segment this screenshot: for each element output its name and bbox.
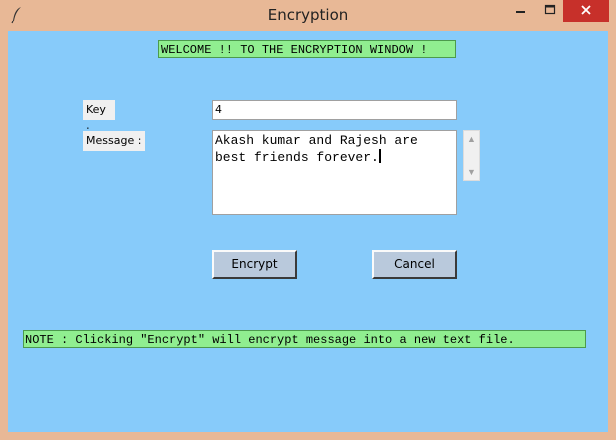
note-banner: NOTE : Clicking "Encrypt" will encrypt m… xyxy=(23,330,586,348)
maximize-icon xyxy=(544,4,556,15)
message-text: Akash kumar and Rajesh are best friends … xyxy=(215,133,426,165)
close-button[interactable] xyxy=(563,0,609,22)
encrypt-button[interactable]: Encrypt xyxy=(212,250,297,279)
message-label: Message : xyxy=(83,131,145,151)
close-icon xyxy=(581,5,591,15)
minimize-icon xyxy=(516,11,525,13)
welcome-banner: WELCOME !! TO THE ENCRYPTION WINDOW ! xyxy=(158,40,456,58)
text-cursor xyxy=(378,149,381,163)
key-label: Key : xyxy=(83,100,115,136)
message-textarea[interactable]: Akash kumar and Rajesh are best friends … xyxy=(212,130,457,215)
cancel-button[interactable]: Cancel xyxy=(372,250,457,279)
maximize-button[interactable] xyxy=(536,0,564,22)
scroll-up-icon[interactable]: ▲ xyxy=(464,131,479,147)
minimize-button[interactable] xyxy=(507,0,535,22)
encryption-window: Encryption WELCOME !! TO THE ENCRYPTION … xyxy=(0,0,616,440)
key-input[interactable]: 4 xyxy=(212,100,457,120)
title-bar[interactable]: Encryption xyxy=(0,0,616,30)
scroll-down-icon[interactable]: ▼ xyxy=(464,164,479,180)
client-area: WELCOME !! TO THE ENCRYPTION WINDOW ! Ke… xyxy=(8,31,608,432)
message-scrollbar[interactable]: ▲ ▼ xyxy=(463,130,480,181)
